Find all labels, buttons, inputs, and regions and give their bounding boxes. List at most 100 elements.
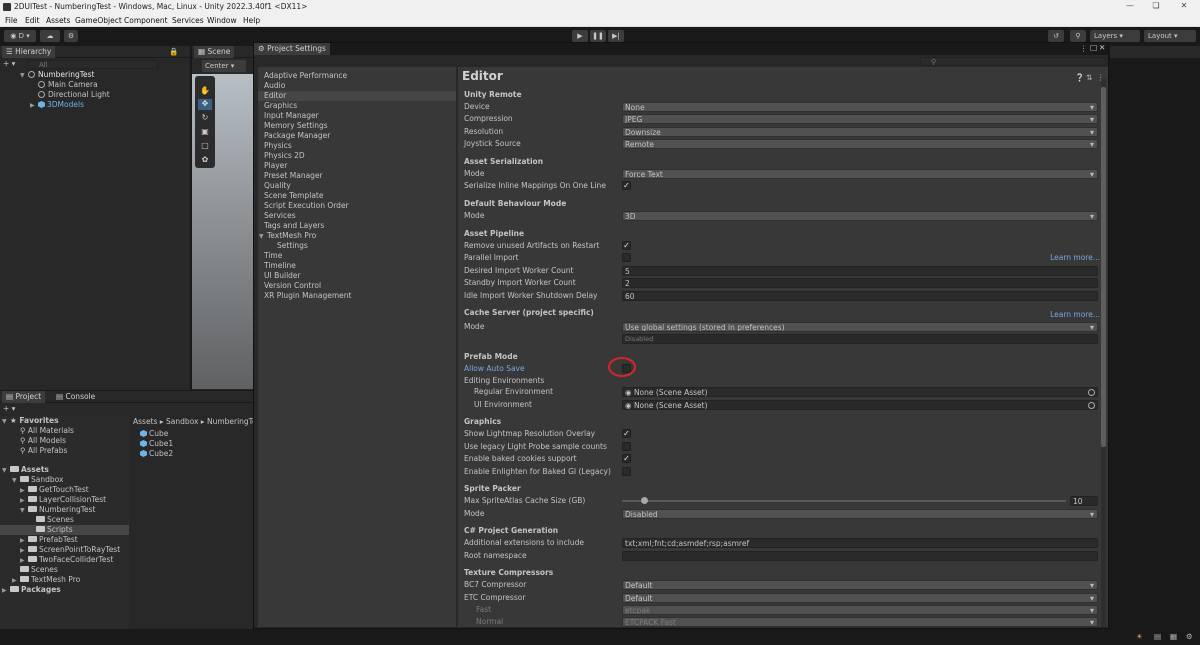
- category-item[interactable]: Physics 2D: [264, 151, 305, 161]
- folder-item[interactable]: ▶ TwoFaceColliderTest: [20, 555, 113, 565]
- category-item[interactable]: Package Manager: [264, 131, 330, 141]
- serialization-mode-dropdown[interactable]: Force Text: [622, 169, 1098, 179]
- behaviour-mode-dropdown[interactable]: 3D: [622, 211, 1098, 221]
- folder-item[interactable]: ▶ TextMesh Pro: [12, 575, 80, 585]
- transform-tool-icon[interactable]: ✿: [198, 155, 212, 166]
- legacy-light-probe-checkbox[interactable]: [622, 442, 631, 451]
- category-item[interactable]: ▼ TextMesh Pro: [259, 231, 316, 241]
- category-item[interactable]: Time: [264, 251, 282, 261]
- object-picker-icon[interactable]: [1088, 402, 1095, 409]
- folder-item[interactable]: Scenes: [36, 515, 74, 525]
- account-button[interactable]: ◉ D ▾: [4, 30, 36, 42]
- menu-help[interactable]: Help: [243, 16, 260, 25]
- category-item[interactable]: Settings: [277, 241, 308, 251]
- favorites-item[interactable]: ▼ ★ Favorites: [2, 416, 59, 426]
- scale-tool-icon[interactable]: ▣: [198, 127, 212, 138]
- category-item[interactable]: UI Builder: [264, 271, 301, 281]
- scrollbar-thumb[interactable]: [1101, 87, 1106, 447]
- hierarchy-item[interactable]: Directional Light: [38, 90, 110, 100]
- add-icon[interactable]: + ▾: [3, 59, 15, 69]
- category-item[interactable]: XR Plugin Management: [264, 291, 351, 301]
- play-button[interactable]: ▶: [572, 30, 588, 42]
- file-item[interactable]: Cube2: [140, 449, 173, 459]
- category-item[interactable]: Timeline: [264, 261, 296, 271]
- tab-hierarchy[interactable]: ☰ Hierarchy: [2, 46, 56, 58]
- menu-file[interactable]: File: [5, 16, 18, 25]
- close-window-icon[interactable]: ✕: [1099, 43, 1105, 52]
- parallel-import-checkbox[interactable]: [622, 253, 631, 262]
- cache-size-slider-handle[interactable]: [641, 497, 648, 504]
- cache-size-slider-track[interactable]: [622, 500, 1066, 502]
- maximize-icon[interactable]: ❏: [1144, 1, 1168, 10]
- category-item[interactable]: Preset Manager: [264, 171, 323, 181]
- tab-scene[interactable]: ▦ Scene: [194, 46, 235, 58]
- compression-dropdown[interactable]: JPEG: [622, 114, 1098, 124]
- fast-compressor-dropdown[interactable]: etcpak: [622, 605, 1098, 615]
- etc-compressor-dropdown[interactable]: Default: [622, 593, 1098, 603]
- category-item[interactable]: Graphics: [264, 101, 297, 111]
- history-icon[interactable]: ↺: [1048, 30, 1064, 42]
- folder-item[interactable]: ▶ GetTouchTest: [20, 485, 89, 495]
- remove-artifacts-checkbox[interactable]: ✓: [622, 241, 631, 250]
- tab-console[interactable]: ▤ Console: [52, 391, 99, 403]
- category-item-selected[interactable]: Editor: [258, 91, 456, 101]
- root-namespace-input[interactable]: [622, 551, 1098, 561]
- category-item[interactable]: Audio: [264, 81, 285, 91]
- layout-dropdown[interactable]: Layout ▾: [1144, 30, 1196, 42]
- folder-item[interactable]: ▶ PrefabTest: [20, 535, 78, 545]
- category-item[interactable]: Adaptive Performance: [264, 71, 347, 81]
- settings-search-input[interactable]: ⚲: [920, 57, 1106, 66]
- cache-icon[interactable]: ▤: [1154, 632, 1161, 641]
- tab-project-settings[interactable]: ⚙ Project Settings: [254, 43, 330, 55]
- close-icon[interactable]: ✕: [1172, 1, 1196, 10]
- baked-cookies-checkbox[interactable]: ✓: [622, 454, 631, 463]
- folder-item[interactable]: ▶ LayerCollisionTest: [20, 495, 106, 505]
- vertical-scrollbar[interactable]: [1101, 79, 1106, 627]
- more-options-icon[interactable]: ⋮: [1080, 44, 1088, 53]
- folder-item-selected[interactable]: Scripts: [0, 525, 129, 535]
- idle-shutdown-delay-input[interactable]: 60: [622, 291, 1098, 301]
- category-item[interactable]: Quality: [264, 181, 291, 191]
- favorites-item[interactable]: ⚲ All Prefabs: [20, 446, 67, 456]
- lock-icon[interactable]: 🔒: [165, 46, 182, 58]
- favorites-item[interactable]: ⚲ All Models: [20, 436, 66, 446]
- layers-dropdown[interactable]: Layers ▾: [1090, 30, 1140, 42]
- network-icon[interactable]: ▦: [1170, 632, 1177, 641]
- normal-compressor-dropdown[interactable]: ETCPACK Fast: [622, 617, 1098, 627]
- hierarchy-search-input[interactable]: All: [28, 60, 158, 69]
- rotate-tool-icon[interactable]: ↻: [198, 113, 212, 124]
- maximize-window-icon[interactable]: □: [1090, 43, 1097, 52]
- category-item[interactable]: Services: [264, 211, 296, 221]
- debug-icon[interactable]: ⚙: [1186, 632, 1193, 641]
- help-icon[interactable]: ❔: [1075, 73, 1084, 82]
- inline-mappings-checkbox[interactable]: ✓: [622, 181, 631, 190]
- menu-gameobject[interactable]: GameObject: [75, 16, 122, 25]
- regular-environment-field[interactable]: ◉ None (Scene Asset): [622, 387, 1098, 397]
- joystick-source-dropdown[interactable]: Remote: [622, 139, 1098, 149]
- resolution-dropdown[interactable]: Downsize: [622, 127, 1098, 137]
- file-item[interactable]: Cube1: [140, 439, 173, 449]
- preset-icon[interactable]: ⇅: [1086, 73, 1092, 82]
- file-item[interactable]: Cube: [140, 429, 168, 439]
- bc7-compressor-dropdown[interactable]: Default: [622, 580, 1098, 590]
- assets-item[interactable]: ▼ Assets: [2, 465, 49, 475]
- standby-worker-count-input[interactable]: 2: [622, 278, 1098, 288]
- favorites-item[interactable]: ⚲ All Materials: [20, 426, 74, 436]
- search-icon[interactable]: ⚲: [1070, 30, 1086, 42]
- move-tool-icon[interactable]: ✥: [198, 99, 212, 110]
- minimize-icon[interactable]: —: [1118, 1, 1142, 10]
- pause-button[interactable]: ❚❚: [590, 30, 606, 42]
- lighting-icon[interactable]: ☀: [1136, 632, 1143, 641]
- category-item[interactable]: Memory Settings: [264, 121, 328, 131]
- folder-item[interactable]: ▼ Sandbox: [12, 475, 63, 485]
- cache-server-mode-dropdown[interactable]: Use global settings (stored in preferenc…: [622, 322, 1098, 332]
- sprite-packer-mode-dropdown[interactable]: Disabled: [622, 509, 1098, 519]
- desired-worker-count-input[interactable]: 5: [622, 266, 1098, 276]
- create-icon[interactable]: + ▾: [3, 404, 15, 414]
- lightmap-overlay-checkbox[interactable]: ✓: [622, 429, 631, 438]
- category-item[interactable]: Scene Template: [264, 191, 323, 201]
- breadcrumb-item[interactable]: Assets: [133, 417, 157, 426]
- ui-environment-field[interactable]: ◉ None (Scene Asset): [622, 400, 1098, 410]
- category-item[interactable]: Input Manager: [264, 111, 319, 121]
- additional-extensions-input[interactable]: txt;xml;fnt;cd;asmdef;rsp;asmref: [622, 538, 1098, 548]
